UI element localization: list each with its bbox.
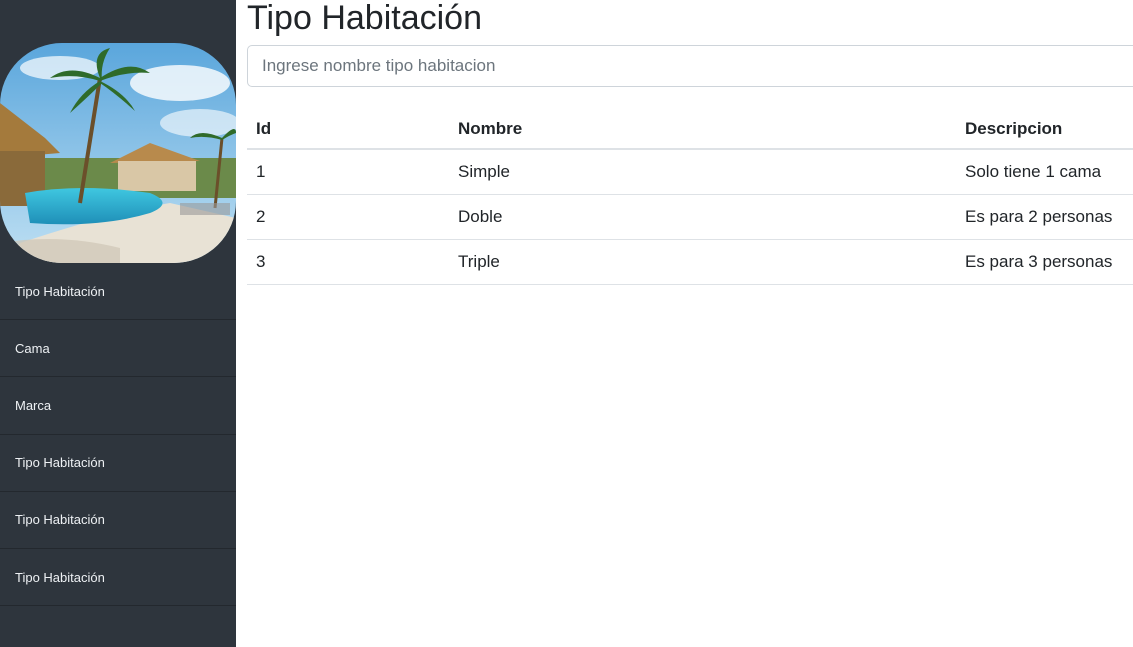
sidebar-item-tipo-habitacion-3[interactable]: Tipo Habitación [0,492,236,549]
sidebar-item-marca[interactable]: Marca [0,377,236,435]
cell-nombre: Doble [449,194,956,240]
sidebar-item-label: Cama [15,340,50,356]
cell-descripcion: Es para 2 personas [956,194,1133,240]
sidebar-item-tipo-habitacion[interactable]: Tipo Habitación [0,263,236,321]
sidebar-item-tipo-habitacion-4[interactable]: Tipo Habitación [0,549,236,607]
sidebar-item-label: Tipo Habitación [15,283,105,299]
table-row[interactable]: 2 Doble Es para 2 personas [247,194,1133,240]
table-header-row: Id Nombre Descripcion [247,109,1133,150]
main-content: Tipo Habitación Id Nombre Descripcion 1 … [247,0,1133,285]
cell-id: 3 [247,239,449,285]
sidebar: Tipo Habitación Cama Marca Tipo Habitaci… [0,0,236,647]
column-header-descripcion: Descripcion [956,109,1133,150]
sidebar-item-label: Tipo Habitación [15,512,105,528]
sidebar-nav: Tipo Habitación Cama Marca Tipo Habitaci… [0,263,236,607]
page-title: Tipo Habitación [247,0,482,37]
table-row[interactable]: 1 Simple Solo tiene 1 cama [247,149,1133,195]
sidebar-item-label: Tipo Habitación [15,569,105,585]
sidebar-item-cama[interactable]: Cama [0,320,236,378]
sidebar-item-label: Marca [15,397,52,413]
cell-descripcion: Solo tiene 1 cama [956,149,1133,195]
cell-nombre: Simple [449,149,956,195]
search-input[interactable] [247,45,1133,87]
cell-id: 2 [247,194,449,240]
table-row[interactable]: 3 Triple Es para 3 personas [247,239,1133,285]
sidebar-item-tipo-habitacion-2[interactable]: Tipo Habitación [0,435,236,492]
cell-descripcion: Es para 3 personas [956,239,1133,285]
cell-id: 1 [247,149,449,195]
data-table: Id Nombre Descripcion 1 Simple Solo tien… [247,109,1133,285]
sidebar-item-label: Tipo Habitación [15,455,105,471]
column-header-nombre: Nombre [449,109,956,150]
hero-image [0,43,236,263]
cell-nombre: Triple [449,239,956,285]
column-header-id: Id [247,109,449,150]
